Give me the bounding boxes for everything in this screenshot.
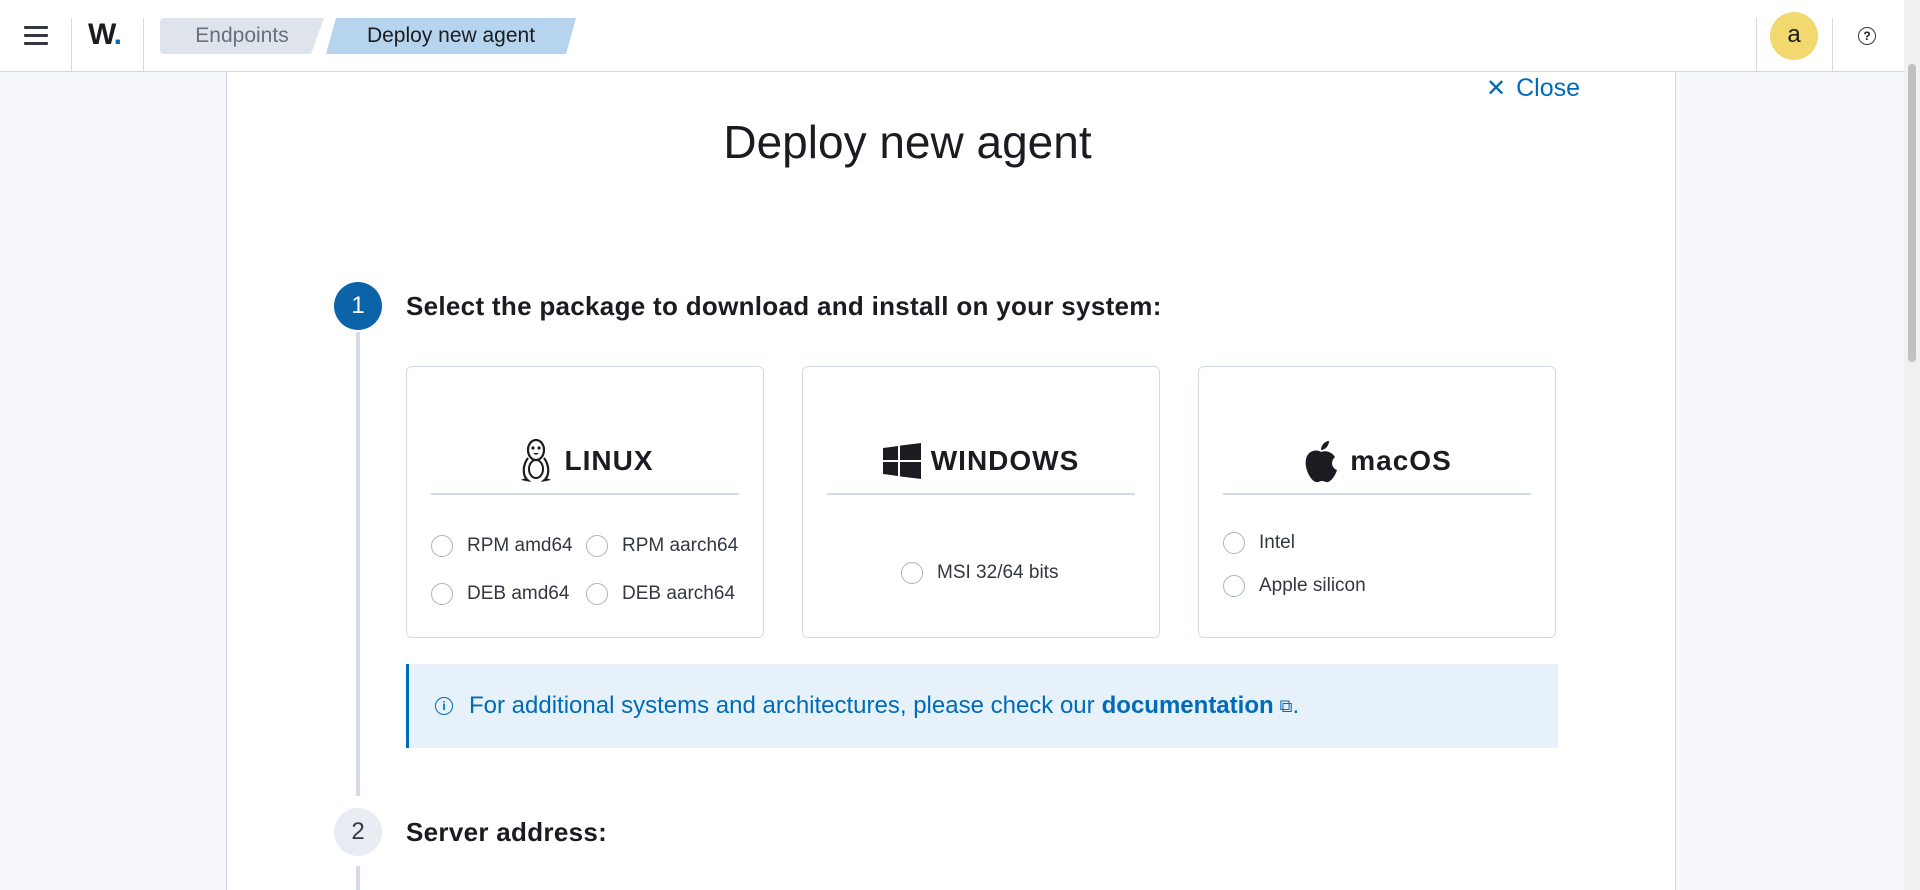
radio-label: DEB aarch64: [622, 583, 736, 604]
callout-text: For additional systems and architectures…: [469, 692, 1095, 719]
radio-circle[interactable]: [901, 562, 923, 584]
top-header: W. Endpoints Deploy new agent a ?: [0, 0, 1904, 72]
radio-circle[interactable]: [431, 535, 453, 557]
radio-label: RPM aarch64: [622, 535, 739, 556]
documentation-link[interactable]: documentation: [1102, 692, 1274, 720]
radio-deb-amd64[interactable]: DEB amd64: [431, 583, 569, 605]
radio-circle[interactable]: [586, 535, 608, 557]
close-button[interactable]: ✕ Close: [1486, 74, 1580, 103]
radio-label: DEB amd64: [467, 583, 570, 604]
radio-label: Apple silicon: [1259, 575, 1366, 596]
radio-intel[interactable]: Intel: [1223, 532, 1295, 554]
radio-rpm-amd64[interactable]: RPM amd64: [431, 535, 573, 557]
step-2-number: 2: [334, 808, 382, 856]
user-avatar[interactable]: a: [1770, 12, 1818, 60]
radio-label: MSI 32/64 bits: [937, 562, 1059, 583]
apple-logo-icon: [1305, 441, 1338, 483]
radio-rpm-aarch64[interactable]: RPM aarch64: [586, 535, 738, 557]
radio-apple-silicon[interactable]: Apple silicon: [1223, 575, 1366, 597]
documentation-callout: i For additional systems and architectur…: [406, 664, 1558, 748]
close-icon: ✕: [1486, 75, 1507, 102]
os-card-header: WINDOWS: [827, 433, 1135, 495]
linux-penguin-icon: [520, 438, 551, 482]
breadcrumb-endpoints[interactable]: Endpoints: [160, 18, 324, 54]
radio-deb-aarch64[interactable]: DEB aarch64: [586, 583, 735, 605]
header-divider: [143, 18, 144, 72]
close-label: Close: [1516, 74, 1581, 102]
os-card-header: LINUX: [431, 433, 739, 495]
page-scrollbar[interactable]: [1904, 0, 1920, 890]
os-card-windows: WINDOWS MSI 32/64 bits: [802, 366, 1160, 638]
radio-label: RPM amd64: [467, 535, 573, 556]
windows-logo-icon: [882, 443, 921, 479]
os-card-linux: LINUX RPM amd64 RPM aarch64 DEB amd64 DE…: [406, 366, 764, 638]
radio-circle[interactable]: [1223, 532, 1245, 554]
radio-circle[interactable]: [431, 583, 453, 605]
radio-circle[interactable]: [586, 583, 608, 605]
os-card-header: macOS: [1223, 433, 1531, 495]
header-divider: [71, 18, 72, 72]
step-connector-line: [356, 332, 360, 796]
app-logo[interactable]: W.: [88, 18, 122, 52]
page-title: Deploy new agent: [723, 116, 1092, 168]
radio-msi-32-64[interactable]: MSI 32/64 bits: [901, 562, 1058, 584]
info-icon: i: [435, 697, 453, 715]
os-name-windows: WINDOWS: [930, 445, 1080, 476]
step-1-number: 1: [334, 282, 382, 330]
scrollbar-thumb[interactable]: [1908, 64, 1916, 362]
header-divider: [1832, 18, 1833, 72]
help-icon[interactable]: ?: [1858, 27, 1876, 45]
step-1-title: Select the package to download and insta…: [406, 291, 1162, 321]
header-divider: [1756, 18, 1757, 72]
step-2-title: Server address:: [406, 817, 608, 847]
callout-suffix: .: [1292, 692, 1300, 719]
os-card-macos: macOS Intel Apple silicon: [1198, 366, 1556, 638]
radio-circle[interactable]: [1223, 575, 1245, 597]
breadcrumb-deploy-new-agent: Deploy new agent: [326, 18, 576, 54]
radio-label: Intel: [1259, 532, 1295, 553]
external-link-icon[interactable]: ⧉: [1280, 696, 1293, 717]
step-connector-line: [356, 866, 360, 890]
os-name-linux: LINUX: [564, 445, 654, 476]
os-name-macos: macOS: [1350, 445, 1452, 476]
hamburger-menu-icon[interactable]: [18, 20, 54, 52]
